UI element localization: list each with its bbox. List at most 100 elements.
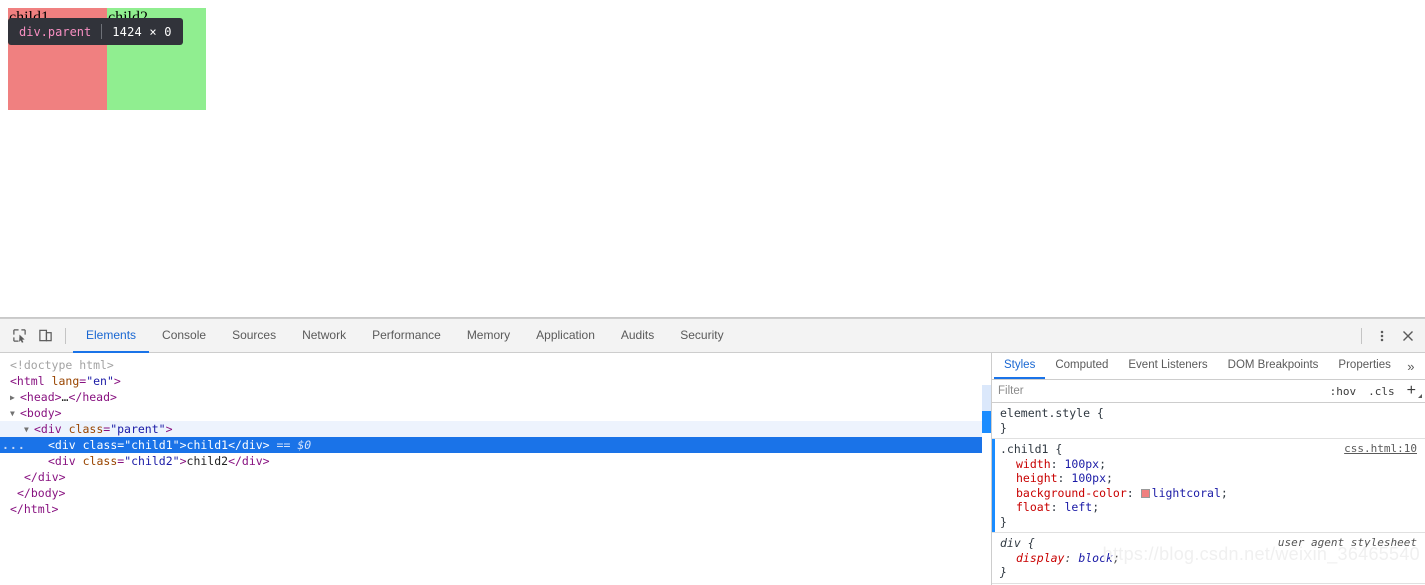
body-close-text: </body> <box>17 486 66 500</box>
rule-selector-element-style[interactable]: element.style { <box>1000 406 1417 421</box>
selected-node-ref: == $0 <box>276 438 312 452</box>
dom-row-div-close[interactable]: </div> <box>0 469 991 485</box>
tab-application-label: Application <box>536 328 595 342</box>
color-swatch-icon[interactable] <box>1140 488 1150 498</box>
rule-close-element-style: } <box>1000 420 1007 435</box>
rule-close-child1: } <box>1000 514 1007 529</box>
tab-sources[interactable]: Sources <box>219 320 289 353</box>
tab-audits-label: Audits <box>620 328 655 342</box>
styles-rules-list: element.style { } css.html:10 .child1 { … <box>992 403 1425 585</box>
tab-audits[interactable]: Audits <box>608 320 667 353</box>
tab-memory[interactable]: Memory <box>454 320 523 353</box>
tab-elements[interactable]: Elements <box>73 320 150 353</box>
tab-sources-label: Sources <box>232 328 277 342</box>
tab-performance-label: Performance <box>372 328 441 342</box>
tab-memory-label: Memory <box>466 328 511 342</box>
dom-row-div-parent[interactable]: ▼ <div class="parent"> <box>0 421 991 437</box>
declaration-width[interactable]: width: 100px; <box>1000 457 1417 472</box>
doctype-text: <!doctype html> <box>10 358 114 372</box>
tooltip-divider <box>101 24 103 39</box>
inspector-highlight-tooltip: div.parent 1424 × 0 <box>8 18 183 45</box>
close-icon[interactable] <box>1395 323 1421 349</box>
new-style-rule-button[interactable]: + <box>1401 383 1425 399</box>
rule-element-style[interactable]: element.style { } <box>992 403 1425 439</box>
styles-tab-bar: Styles Computed Event Listeners DOM Brea… <box>992 353 1425 380</box>
toolbar-separator <box>65 327 66 344</box>
rule-close-div: } <box>1000 565 1007 579</box>
styles-tab-styles-label: Styles <box>1004 359 1036 371</box>
scrollbar-track-highlight <box>982 385 991 411</box>
device-toolbar-icon[interactable] <box>32 323 58 349</box>
dom-tree-scrollbar[interactable] <box>982 353 991 585</box>
scrollbar-thumb[interactable] <box>982 411 991 433</box>
devtools-panel: Elements Console Sources Network Perform… <box>0 318 1425 585</box>
styles-tab-event-listeners-label: Event Listeners <box>1128 359 1208 371</box>
declaration-height-prop[interactable]: height <box>1016 471 1058 485</box>
tab-console[interactable]: Console <box>149 320 219 353</box>
styles-tab-computed[interactable]: Computed <box>1045 353 1118 379</box>
html-close-text: </html> <box>10 502 59 516</box>
styles-tab-dom-breakpoints-label: DOM Breakpoints <box>1227 359 1319 371</box>
rule-child1[interactable]: css.html:10 .child1 { width: 100px; heig… <box>992 439 1425 533</box>
more-vertical-icon[interactable] <box>1369 323 1395 349</box>
inspect-element-icon[interactable] <box>6 323 32 349</box>
tab-network[interactable]: Network <box>289 320 359 353</box>
toolbar-separator-right <box>1361 327 1362 344</box>
expand-triangle-parent[interactable]: ▼ <box>24 422 34 438</box>
devtools-toolbar: Elements Console Sources Network Perform… <box>0 319 1425 353</box>
tab-security[interactable]: Security <box>667 320 736 353</box>
declaration-background-color[interactable]: background-color: lightcoral; <box>1000 486 1417 501</box>
styles-tab-styles[interactable]: Styles <box>994 353 1046 379</box>
browser-window: child1 child2 div.parent 1424 × 0 <box>0 0 1425 585</box>
styles-tab-dom-breakpoints[interactable]: DOM Breakpoints <box>1218 353 1329 379</box>
cls-toggle-button[interactable]: .cls <box>1362 385 1401 398</box>
dom-row-html-close[interactable]: </html> <box>0 501 991 517</box>
tab-network-label: Network <box>302 328 347 342</box>
user-agent-stylesheet-label: user agent stylesheet <box>1277 536 1417 549</box>
dom-row-html-open[interactable]: <html lang="en"> <box>0 373 991 389</box>
styles-pane: Styles Computed Event Listeners DOM Brea… <box>992 353 1425 585</box>
toolbar-right-group <box>1354 323 1421 349</box>
rule-source-link[interactable]: css.html:10 <box>1344 442 1417 457</box>
div-close-text: </div> <box>24 470 66 484</box>
tab-security-label: Security <box>680 328 724 342</box>
declaration-display: display: block; <box>1016 550 1120 565</box>
chevron-right-double-icon[interactable]: » <box>1401 353 1421 379</box>
declaration-background-color-prop[interactable]: background-color <box>1016 486 1127 500</box>
rule-div-user-agent[interactable]: user agent stylesheet div { display: blo… <box>992 533 1425 584</box>
devtools-main: <!doctype html> <html lang="en"> ▶ <head>… <box>0 353 1425 585</box>
dom-row-div-child1[interactable]: ... <div class="child1">child1</div> == … <box>0 437 991 453</box>
styles-filter-input[interactable] <box>996 380 1324 402</box>
styles-filter-row: :hov .cls + <box>992 380 1425 403</box>
expand-triangle-head[interactable]: ▶ <box>10 390 20 406</box>
tab-performance[interactable]: Performance <box>359 320 454 353</box>
dom-row-body-open[interactable]: ▼ <body> <box>0 405 991 421</box>
declaration-display-prop: display <box>1016 550 1065 565</box>
declaration-height-value[interactable]: 100px <box>1071 471 1106 485</box>
tooltip-dimensions: 1424 × 0 <box>112 24 172 39</box>
tooltip-selector: div.parent <box>19 24 92 39</box>
rule-active-marker <box>992 439 995 532</box>
devtools-tab-bar: Elements Console Sources Network Perform… <box>73 319 1354 353</box>
declaration-float-value[interactable]: left <box>1064 500 1092 514</box>
dom-gutter-marker: ... <box>2 438 26 452</box>
declaration-display-value: block <box>1078 550 1113 565</box>
dom-row-div-child2[interactable]: <div class="child2">child2</div> <box>0 453 991 469</box>
dom-row-doctype[interactable]: <!doctype html> <box>0 357 991 373</box>
declaration-float[interactable]: float: left; <box>1000 500 1417 515</box>
dom-row-body-close[interactable]: </body> <box>0 485 991 501</box>
declaration-float-prop[interactable]: float <box>1016 500 1051 514</box>
tab-console-label: Console <box>162 328 207 342</box>
dom-row-head[interactable]: ▶ <head>…</head> <box>0 389 991 405</box>
declaration-background-color-value[interactable]: lightcoral <box>1152 486 1221 500</box>
styles-tab-properties-label: Properties <box>1338 359 1391 371</box>
styles-tab-properties[interactable]: Properties <box>1328 353 1400 379</box>
styles-tab-event-listeners[interactable]: Event Listeners <box>1118 353 1217 379</box>
expand-triangle-body[interactable]: ▼ <box>10 406 20 422</box>
hov-toggle-button[interactable]: :hov <box>1324 385 1363 398</box>
declaration-width-value[interactable]: 100px <box>1064 457 1099 471</box>
dom-tree-pane[interactable]: <!doctype html> <html lang="en"> ▶ <head>… <box>0 353 991 585</box>
declaration-height[interactable]: height: 100px; <box>1000 471 1417 486</box>
declaration-width-prop[interactable]: width <box>1016 457 1051 471</box>
tab-application[interactable]: Application <box>523 320 608 353</box>
